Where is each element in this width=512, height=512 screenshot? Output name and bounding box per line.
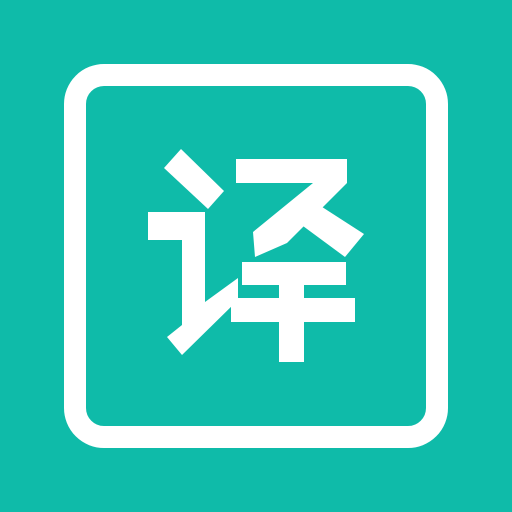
- translate-app-icon[interactable]: [0, 0, 512, 512]
- translate-glyph-icon: [148, 149, 364, 362]
